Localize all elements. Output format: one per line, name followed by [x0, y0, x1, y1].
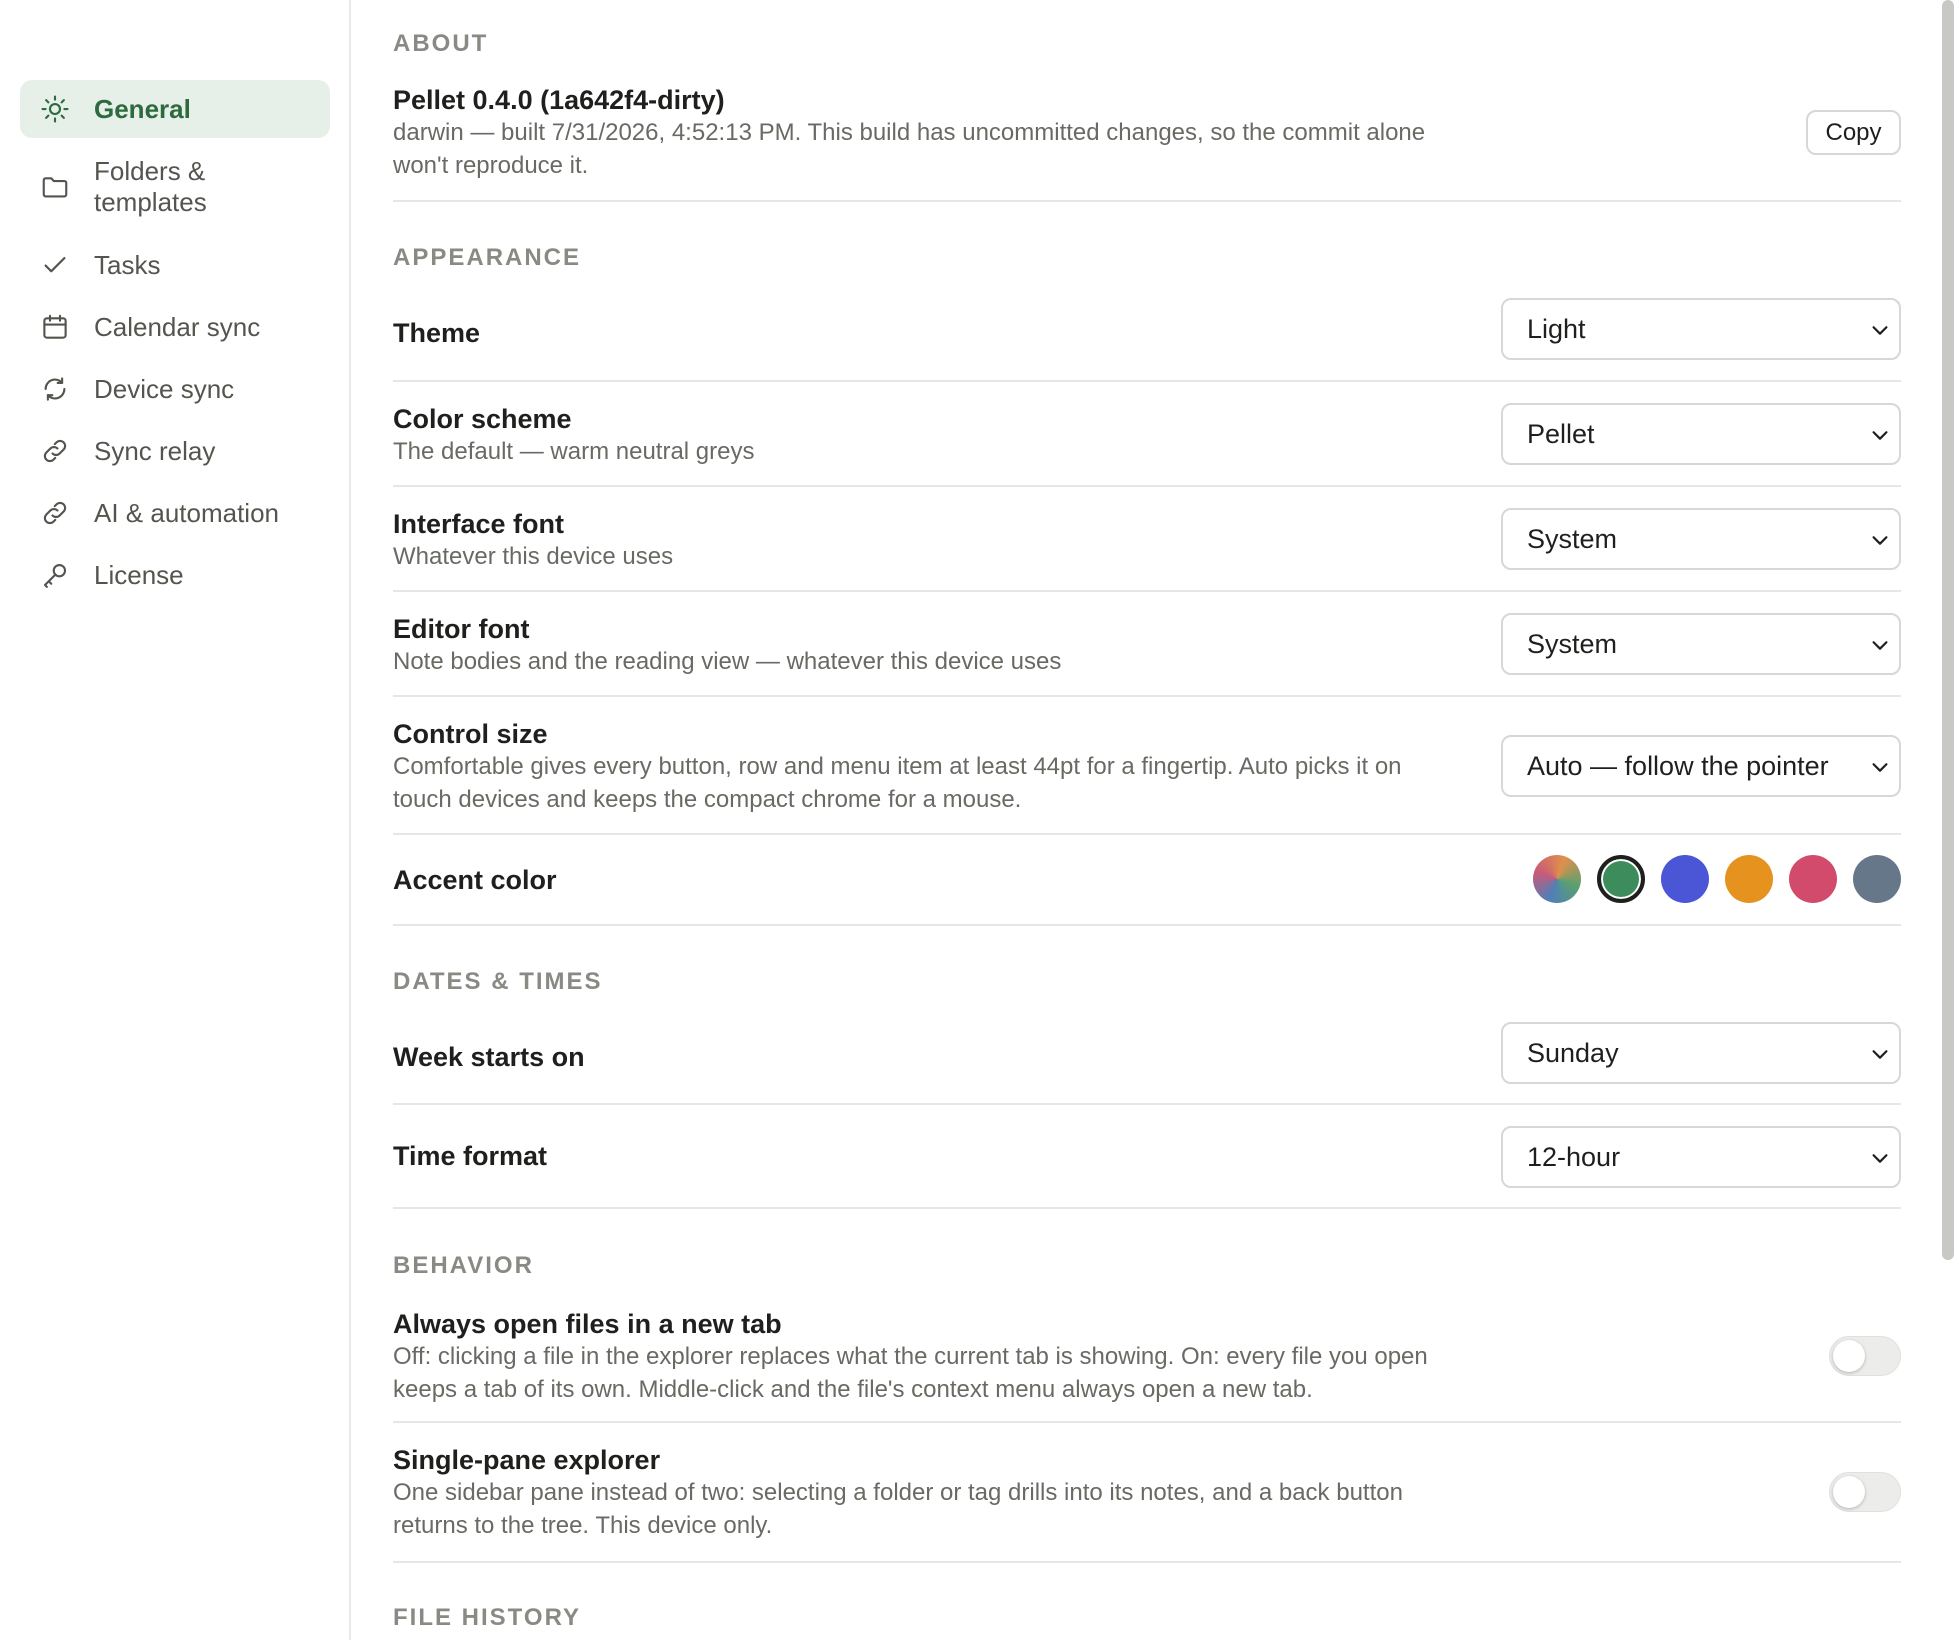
- accent-swatch[interactable]: [1597, 855, 1645, 903]
- sidebar-item-label: Device sync: [94, 373, 235, 404]
- week-start-value: Sunday: [1527, 1037, 1619, 1068]
- sidebar-item-tasks[interactable]: Tasks: [20, 236, 330, 294]
- accent-swatch[interactable]: [1853, 855, 1901, 903]
- sidebar-item-label: General: [94, 93, 191, 124]
- about-row: Pellet 0.4.0 (1a642f4-dirty) darwin — bu…: [393, 0, 1901, 202]
- single-pane-toggle[interactable]: [1829, 1472, 1901, 1512]
- time-format-select[interactable]: 12-hour: [1501, 1126, 1901, 1188]
- accent-swatch[interactable]: [1789, 855, 1837, 903]
- accent-swatch[interactable]: [1661, 855, 1709, 903]
- settings-nav: General Folders & templates Tasks Calend…: [20, 80, 330, 608]
- chevron-down-icon: [1872, 431, 1888, 440]
- settings-window: General Folders & templates Tasks Calend…: [0, 0, 1960, 1640]
- theme-value: Light: [1527, 313, 1586, 344]
- check-icon: [40, 250, 70, 280]
- theme-row: Theme Light: [393, 286, 1901, 382]
- vertical-scrollbar[interactable]: [1942, 0, 1954, 1260]
- color-scheme-row: Color scheme The default — warm neutral …: [393, 382, 1901, 487]
- editor-font-select[interactable]: System: [1501, 613, 1901, 675]
- sidebar-item-label: Folders & templates: [94, 156, 207, 218]
- control-size-desc: Comfortable gives every button, row and …: [393, 753, 1402, 813]
- link-icon: [40, 498, 70, 528]
- section-title-file-history: FILE HISTORY: [393, 1604, 582, 1631]
- sidebar-item-general[interactable]: General: [20, 80, 330, 138]
- toggle-knob: [1833, 1340, 1865, 1372]
- accent-swatches: [1533, 855, 1901, 903]
- single-pane-label: Single-pane explorer: [393, 1445, 661, 1475]
- calendar-icon: [40, 312, 70, 342]
- accent-color-row: Accent color: [393, 835, 1901, 926]
- time-format-label: Time format: [393, 1141, 548, 1171]
- single-pane-desc: One sidebar pane instead of two: selecti…: [393, 1479, 1403, 1539]
- chevron-down-icon: [1872, 536, 1888, 545]
- color-scheme-desc: The default — warm neutral greys: [393, 438, 755, 465]
- chevron-down-icon: [1872, 1154, 1888, 1163]
- color-scheme-label: Color scheme: [393, 404, 572, 434]
- sidebar-item-sync-relay[interactable]: Sync relay: [20, 422, 330, 480]
- sidebar-item-calendar-sync[interactable]: Calendar sync: [20, 298, 330, 356]
- chevron-down-icon: [1872, 326, 1888, 335]
- section-title-appearance: APPEARANCE: [393, 244, 582, 271]
- editor-font-row: Editor font Note bodies and the reading …: [393, 592, 1901, 697]
- chevron-down-icon: [1872, 641, 1888, 650]
- sidebar-item-label: Calendar sync: [94, 311, 261, 342]
- theme-label: Theme: [393, 318, 481, 348]
- time-format-value: 12-hour: [1527, 1141, 1621, 1172]
- sidebar-item-ai-automation[interactable]: AI & automation: [20, 484, 330, 542]
- label-line-1: Folders &: [94, 156, 206, 186]
- copy-button[interactable]: Copy: [1806, 110, 1901, 155]
- editor-font-label: Editor font: [393, 614, 530, 644]
- control-size-row: Control size Comfortable gives every but…: [393, 697, 1901, 835]
- label-line-2: templates: [94, 187, 207, 217]
- version-title: Pellet 0.4.0 (1a642f4-dirty): [393, 85, 725, 115]
- accent-swatch[interactable]: [1725, 855, 1773, 903]
- chevron-down-icon: [1872, 763, 1888, 772]
- sidebar-item-device-sync[interactable]: Device sync: [20, 360, 330, 418]
- sidebar-item-label: Sync relay: [94, 435, 216, 466]
- section-title-behavior: BEHAVIOR: [393, 1252, 534, 1279]
- sync-icon: [40, 374, 70, 404]
- control-size-label: Control size: [393, 719, 548, 749]
- new-tab-row: Always open files in a new tab Off: clic…: [393, 1292, 1901, 1423]
- folder-icon: [40, 172, 70, 202]
- sun-icon: [40, 94, 70, 124]
- new-tab-desc: Off: clicking a file in the explorer rep…: [393, 1343, 1428, 1403]
- accent-color-label: Accent color: [393, 865, 557, 895]
- link-icon: [40, 436, 70, 466]
- color-scheme-select[interactable]: Pellet: [1501, 403, 1901, 465]
- interface-font-row: Interface font Whatever this device uses…: [393, 487, 1901, 592]
- toggle-knob: [1833, 1476, 1865, 1508]
- time-format-row: Time format 12-hour: [393, 1105, 1901, 1209]
- version-desc: darwin — built 7/31/2026, 4:52:13 PM. Th…: [393, 119, 1426, 179]
- new-tab-label: Always open files in a new tab: [393, 1309, 782, 1339]
- editor-font-desc: Note bodies and the reading view — whate…: [393, 648, 1062, 675]
- chevron-down-icon: [1872, 1050, 1888, 1059]
- settings-content: ABOUT Pellet 0.4.0 (1a642f4-dirty) darwi…: [393, 0, 1901, 1640]
- editor-font-value: System: [1527, 628, 1618, 659]
- week-start-select[interactable]: Sunday: [1501, 1022, 1901, 1084]
- new-tab-toggle[interactable]: [1829, 1336, 1901, 1376]
- week-start-row: Week starts on Sunday: [393, 1008, 1901, 1105]
- key-icon: [40, 560, 70, 590]
- sidebar-item-license[interactable]: License: [20, 546, 330, 604]
- section-title-dates-times: DATES & TIMES: [393, 968, 603, 995]
- control-size-value: Auto — follow the pointer: [1527, 750, 1829, 781]
- theme-select[interactable]: Light: [1501, 298, 1901, 360]
- sidebar-item-label: License: [94, 559, 184, 590]
- single-pane-row: Single-pane explorer One sidebar pane in…: [393, 1423, 1901, 1563]
- sidebar-item-label: AI & automation: [94, 497, 279, 528]
- week-start-label: Week starts on: [393, 1042, 585, 1072]
- interface-font-label: Interface font: [393, 509, 565, 539]
- control-size-select[interactable]: Auto — follow the pointer: [1501, 735, 1901, 797]
- interface-font-select[interactable]: System: [1501, 508, 1901, 570]
- sidebar-item-folders-templates[interactable]: Folders & templates: [20, 142, 330, 232]
- color-scheme-value: Pellet: [1527, 418, 1595, 449]
- sidebar-item-label: Tasks: [94, 249, 161, 280]
- accent-swatch[interactable]: [1533, 855, 1581, 903]
- interface-font-desc: Whatever this device uses: [393, 543, 674, 570]
- settings-sidebar: General Folders & templates Tasks Calend…: [0, 0, 351, 1640]
- interface-font-value: System: [1527, 523, 1618, 554]
